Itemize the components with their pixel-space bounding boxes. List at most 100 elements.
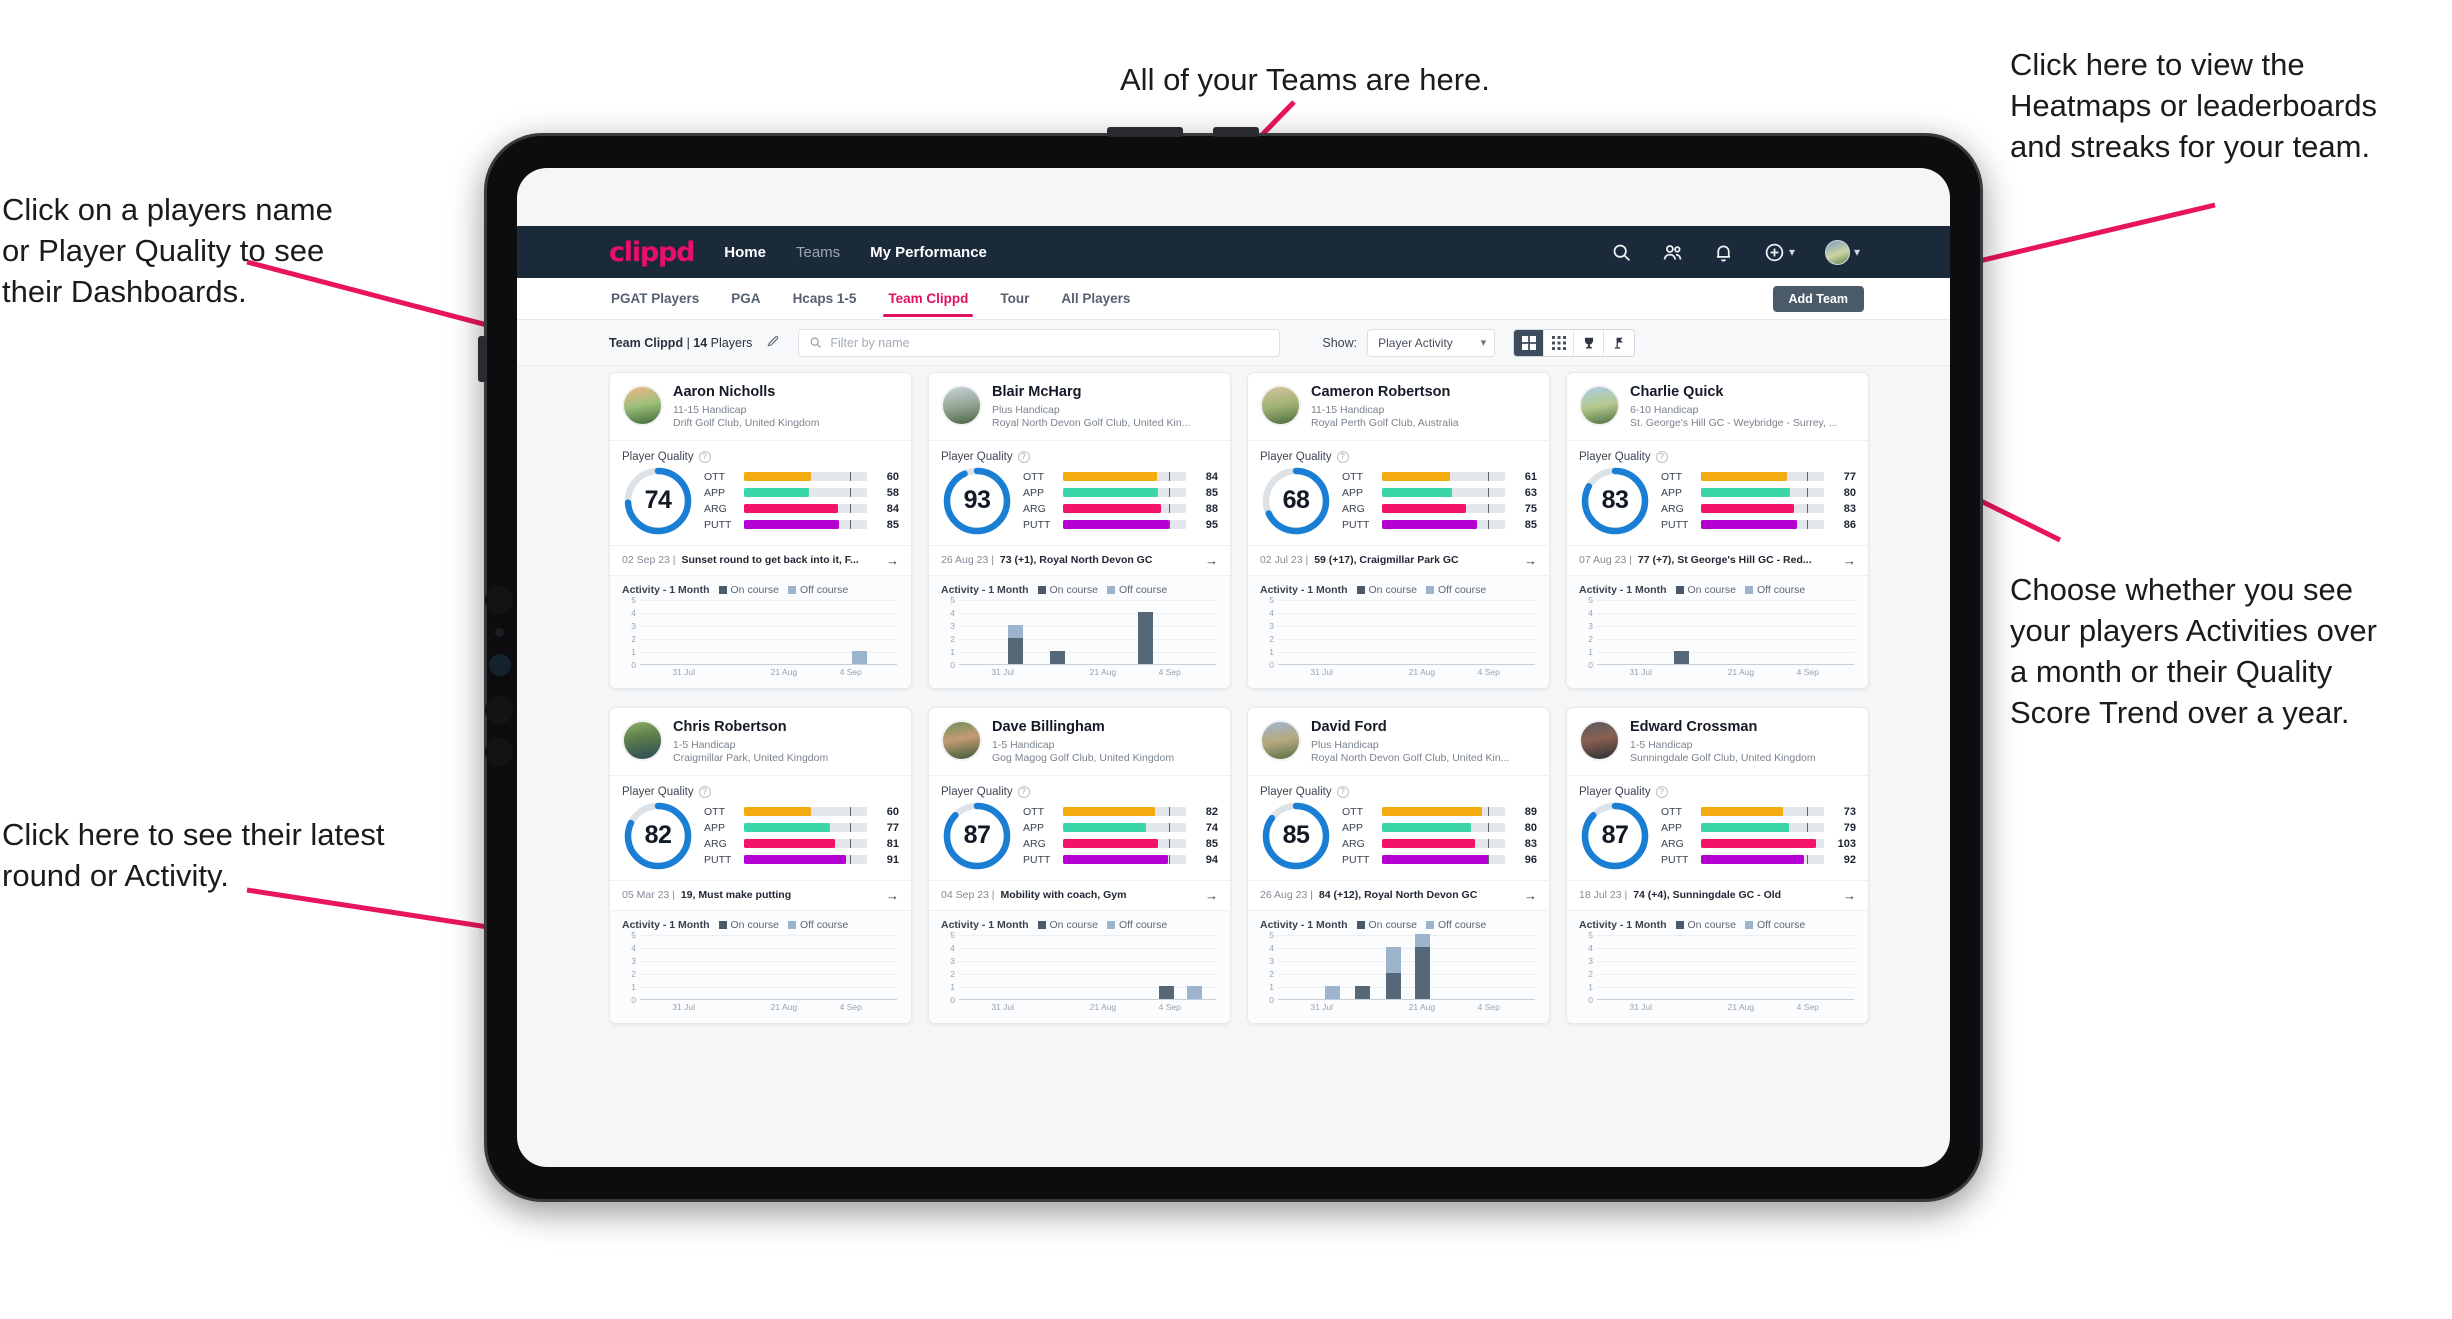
people-icon[interactable] [1662,242,1683,263]
metric-value: 84 [886,502,899,515]
tab-team-clippd[interactable]: Team Clippd [883,280,974,317]
player-card[interactable]: David Ford Plus Handicap Royal North Devon… [1247,706,1550,1024]
latest-activity-row[interactable]: 18 Jul 23 | 74 (+4), Sunningdale GC - Ol… [1567,879,1868,911]
player-card[interactable]: Charlie Quick 6-10 Handicap St. George's H… [1566,372,1869,689]
grid-large-icon[interactable] [1514,329,1545,356]
player-quality-label: Player Quality [622,785,694,798]
clippd-logo[interactable]: clippd [609,237,696,268]
bell-icon[interactable] [1713,242,1734,263]
player-quality-section[interactable]: Player Quality? 68 OTT 61 APP 63 ARG 75 PUTT 85 [1248,441,1549,545]
player-name[interactable]: David Ford [1311,719,1523,736]
help-icon[interactable]: ? [1017,785,1030,798]
player-avatar[interactable] [1579,719,1620,761]
tab-tour[interactable]: Tour [998,280,1031,317]
player-avatar[interactable] [1260,385,1301,426]
help-icon[interactable]: ? [1336,450,1349,463]
team-label-separator: | [683,335,694,350]
latest-activity-row[interactable]: 02 Jul 23 | 59 (+17), Craigmillar Park G… [1248,544,1549,576]
pencil-icon[interactable] [766,334,780,351]
metric-bar [744,520,867,530]
help-icon[interactable]: ? [1655,450,1668,463]
nav-item-home[interactable]: Home [724,244,766,261]
player-name[interactable]: Blair McHarg [992,384,1204,401]
player-quality-body: 83 OTT 77 APP 80 ARG 83 PUTT 86 [1579,465,1856,537]
legend-off-course: Off course [1744,584,1805,596]
player-quality-section[interactable]: Player Quality? 74 OTT 60 APP 58 ARG 84 PUTT 85 [610,441,911,545]
player-quality-section[interactable]: Player Quality? 87 OTT 82 APP 74 ARG 85 PUTT 94 [929,776,1230,880]
help-icon[interactable]: ? [698,785,711,798]
gridline [640,934,897,936]
latest-activity-row[interactable]: 26 Aug 23 | 84 (+12), Royal North Devon … [1248,879,1549,911]
player-name[interactable]: Cameron Robertson [1311,384,1523,401]
arrow-right-icon[interactable]: → [886,553,899,568]
player-name[interactable]: Charlie Quick [1630,384,1842,401]
player-avatar[interactable] [622,385,663,426]
y-tick-label: 0 [1269,659,1274,670]
plus-circle-icon[interactable]: ▾ [1764,242,1795,263]
y-tick-label: 2 [1269,968,1274,979]
help-icon[interactable]: ? [1655,785,1668,798]
player-card[interactable]: Edward Crossman 1-5 Handicap Sunningdale G… [1566,706,1869,1024]
player-avatar[interactable] [1260,719,1301,761]
tab-hcaps-1-5[interactable]: Hcaps 1-5 [791,280,859,317]
player-avatar[interactable] [941,719,982,761]
arrow-right-icon[interactable]: → [1524,888,1537,903]
activity-bar-off-course [1385,946,1401,973]
nav-item-teams[interactable]: Teams [796,244,840,261]
arrow-right-icon[interactable]: → [1843,888,1856,903]
help-icon[interactable]: ? [698,450,711,463]
arrow-right-icon[interactable]: → [1205,888,1218,903]
plot-area [959,934,1216,1000]
player-card[interactable]: Dave Billingham 1-5 Handicap Gog Magog Gol… [928,706,1231,1024]
y-tick-label: 4 [1269,942,1274,953]
latest-activity-row[interactable]: 07 Aug 23 | 77 (+7), St George's Hill GC… [1567,544,1868,576]
arrow-right-icon[interactable]: → [1524,553,1537,568]
player-card[interactable]: Aaron Nicholls 11-15 Handicap Drift Golf C… [609,372,912,689]
metric-bar-fill [1701,839,1817,849]
player-avatar[interactable] [1579,385,1620,426]
arrow-right-icon[interactable]: → [1843,553,1856,568]
latest-activity-row[interactable]: 04 Sep 23 | Mobility with coach, Gym → [929,879,1230,911]
avatar[interactable]: ▾ [1824,239,1860,265]
latest-activity-row[interactable]: 02 Sep 23 | Sunset round to get back int… [610,544,911,576]
player-quality-section[interactable]: Player Quality? 87 OTT 73 APP 79 ARG 103 PUTT 92 [1567,776,1868,880]
player-card[interactable]: Blair McHarg Plus Handicap Royal North Dev… [928,372,1231,689]
player-quality-section[interactable]: Player Quality? 83 OTT 77 APP 80 ARG 83 PUTT 86 [1567,441,1868,545]
flag-icon[interactable] [1604,330,1634,356]
player-card[interactable]: Cameron Robertson 11-15 Handicap Royal Per… [1247,372,1550,689]
arrow-right-icon[interactable]: → [886,888,899,903]
metric-value: 75 [1524,502,1537,515]
latest-activity-text: 26 Aug 23 | 73 (+1), Royal North Devon G… [941,554,1197,566]
tab-pgat-players[interactable]: PGAT Players [609,280,701,317]
latest-activity-row[interactable]: 26 Aug 23 | 73 (+1), Royal North Devon G… [929,544,1230,576]
player-name[interactable]: Dave Billingham [992,719,1204,736]
grid-small-icon[interactable] [1544,329,1575,356]
trophy-icon[interactable] [1574,329,1605,356]
tab-pga[interactable]: PGA [729,280,762,317]
metric-bar [1701,488,1824,498]
help-icon[interactable]: ? [1017,450,1030,463]
player-name[interactable]: Edward Crossman [1630,719,1842,736]
player-avatar[interactable] [622,719,663,761]
player-quality-section[interactable]: Player Quality? 93 OTT 84 APP 85 ARG 88 PUTT 95 [929,441,1230,545]
player-card[interactable]: Chris Robertson 1-5 Handicap Craigmillar P… [609,706,912,1024]
gridline [640,973,897,975]
add-team-button[interactable]: Add Team [1772,285,1864,312]
player-name[interactable]: Chris Robertson [673,719,885,736]
activity-chart-header: Activity - 1 Month On course Off course [1579,584,1856,596]
tab-all-players[interactable]: All Players [1059,280,1132,317]
arrow-right-icon[interactable]: → [1205,553,1218,568]
latest-activity-row[interactable]: 05 Mar 23 | 19, Must make putting → [610,879,911,911]
help-icon[interactable]: ? [1336,785,1349,798]
metric-bar [1701,839,1824,849]
search-input[interactable]: Filter by name [798,328,1281,357]
player-quality-section[interactable]: Player Quality? 82 OTT 60 APP 77 ARG 81 PUTT 91 [610,776,911,880]
search-icon[interactable] [1611,242,1632,263]
metric-value: 61 [1524,470,1537,483]
player-avatar[interactable] [941,385,982,426]
player-name[interactable]: Aaron Nicholls [673,384,885,401]
nav-item-my-performance[interactable]: My Performance [870,244,987,261]
metric-bar-fill [1701,823,1790,833]
show-select[interactable]: Player Activity ▾ [1367,328,1496,357]
player-quality-section[interactable]: Player Quality? 85 OTT 89 APP 80 ARG 83 PUTT 96 [1248,776,1549,880]
